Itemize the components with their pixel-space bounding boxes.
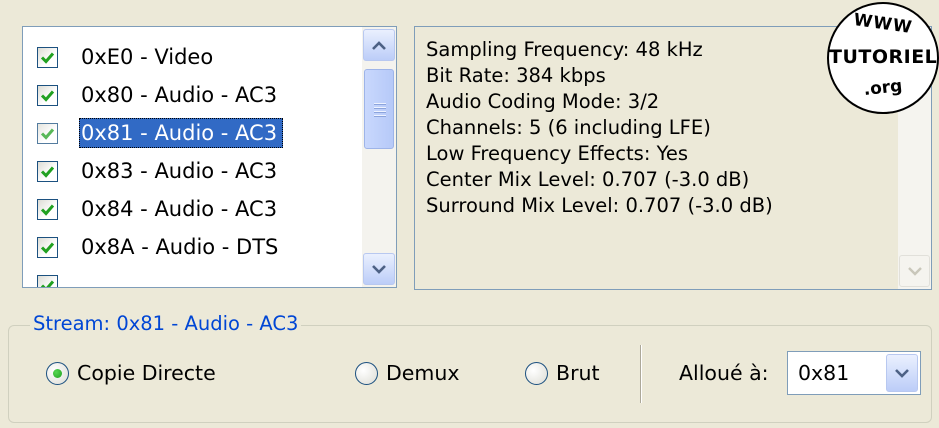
- stream-checkbox[interactable]: [37, 160, 58, 182]
- radio-copie-directe-label[interactable]: Copie Directe: [77, 358, 216, 388]
- stream-info-line: Audio Coding Mode: 3/2: [426, 90, 660, 113]
- check-icon: [40, 128, 55, 140]
- chevron-down-icon: [895, 368, 909, 378]
- chevron-down-icon: [907, 266, 922, 276]
- stream-label: 0x8A - Audio - DTS: [81, 235, 279, 259]
- stream-label: 0x80 - Audio - AC3: [81, 83, 278, 107]
- stream-list-item[interactable]: 0x8A - Audio - DTS: [23, 230, 363, 264]
- stream-info-line: Sampling Frequency: 48 kHz: [426, 38, 703, 61]
- radio-brut-label[interactable]: Brut: [556, 358, 600, 388]
- watermark-middle-text: TUTORIEL: [829, 46, 938, 68]
- radio-demux[interactable]: [355, 362, 378, 385]
- scroll-down-button[interactable]: [363, 253, 395, 285]
- stream-label: 0x83 - Audio - AC3: [81, 159, 278, 183]
- stream-checkbox[interactable]: [37, 122, 58, 144]
- radio-brut[interactable]: [525, 362, 548, 385]
- allocated-dropdown-button[interactable]: [886, 354, 918, 392]
- stream-checkbox[interactable]: [37, 274, 58, 287]
- scroll-thumb[interactable]: [364, 69, 394, 149]
- check-icon: [40, 166, 55, 178]
- stream-list-item-partial[interactable]: [23, 268, 363, 287]
- stream-info-line: Surround Mix Level: 0.707 (-3.0 dB): [426, 194, 773, 217]
- stream-info-line: Bit Rate: 384 kbps: [426, 64, 606, 87]
- stream-list-scrollbar[interactable]: [362, 27, 396, 287]
- allocated-label: Alloué à:: [679, 361, 769, 385]
- stream-info-line: Channels: 5 (6 including LFE): [426, 116, 711, 139]
- stream-info-line: Center Mix Level: 0.707 (-3.0 dB): [426, 168, 750, 191]
- radio-selected-dot: [53, 369, 62, 378]
- stream-list-item[interactable]: 0x81 - Audio - AC3: [23, 116, 363, 150]
- radio-copie-directe[interactable]: [46, 362, 69, 385]
- stream-checkbox[interactable]: [37, 236, 58, 258]
- vertical-separator: [640, 345, 641, 403]
- tutoriel-watermark-logo: WWW TUTORIEL .org: [827, 2, 939, 114]
- stream-checkbox[interactable]: [37, 84, 58, 106]
- chevron-up-icon: [372, 40, 386, 50]
- stream-group-legend: Stream: 0x81 - Audio - AC3: [30, 310, 302, 338]
- stream-list-item[interactable]: 0x80 - Audio - AC3: [23, 78, 363, 112]
- stream-info-line: Low Frequency Effects: Yes: [426, 142, 689, 165]
- radio-demux-label[interactable]: Demux: [386, 358, 460, 388]
- stream-label: 0x81 - Audio - AC3: [79, 118, 284, 148]
- stream-list-item[interactable]: 0x83 - Audio - AC3: [23, 154, 363, 188]
- allocated-select[interactable]: 0x81: [787, 351, 921, 395]
- check-icon: [40, 280, 55, 287]
- stream-list[interactable]: 0xE0 - Video 0x80 - Audio - AC3 0x81 - Aud…: [22, 26, 397, 288]
- stream-list-item[interactable]: 0x84 - Audio - AC3: [23, 192, 363, 226]
- stream-list-item[interactable]: 0xE0 - Video: [23, 40, 363, 74]
- watermark-top-text: WWW: [852, 9, 914, 39]
- stream-label: 0x84 - Audio - AC3: [81, 197, 278, 221]
- stream-checkbox[interactable]: [37, 46, 58, 68]
- stream-label: 0xE0 - Video: [81, 45, 214, 69]
- check-icon: [40, 52, 55, 64]
- info-scroll-down-button: [899, 255, 930, 287]
- check-icon: [40, 242, 55, 254]
- stream-checkbox[interactable]: [37, 198, 58, 220]
- check-icon: [40, 90, 55, 102]
- allocated-select-value: 0x81: [798, 361, 850, 385]
- chevron-down-icon: [372, 264, 386, 274]
- scroll-up-button[interactable]: [363, 29, 395, 61]
- check-icon: [40, 204, 55, 216]
